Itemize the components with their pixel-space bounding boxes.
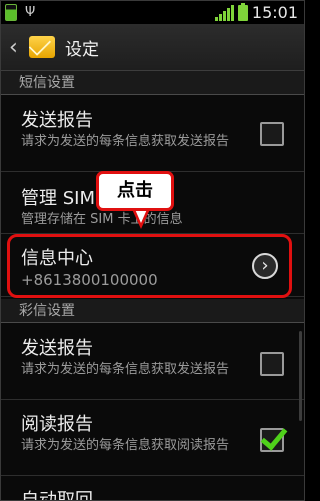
status-left-icons: Ψ	[5, 4, 35, 21]
item-summary: 请求为发送的每条信息获取发送报告	[21, 134, 230, 149]
highlight-box	[7, 234, 292, 298]
status-bar: Ψ 15:01	[1, 1, 304, 24]
sms-delivery-report-checkbox[interactable]	[260, 122, 284, 146]
auto-retrieve-item[interactable]: 自动取回	[1, 476, 304, 501]
section-header-mms: 彩信设置	[1, 299, 304, 323]
item-summary: 请求为发送的每条信息获取阅读报告	[21, 438, 230, 453]
action-bar: ‹ 设定	[1, 24, 304, 71]
mms-delivery-report-item[interactable]: 发送报告 请求为发送的每条信息获取发送报告	[1, 324, 304, 400]
item-title: 阅读报告	[21, 414, 93, 435]
page-title: 设定	[65, 39, 99, 60]
sms-delivery-report-item[interactable]: 发送报告 请求为发送的每条信息获取发送报告	[1, 96, 304, 172]
screen-frame: Ψ 15:01 ‹ 设定 短信设置 发送报告 请求为发送的每条信息获取发送报告 …	[0, 0, 305, 501]
signal-icon	[214, 4, 234, 21]
battery-percent-icon	[5, 4, 17, 21]
status-right-icons: 15:01	[214, 2, 298, 22]
back-icon[interactable]: ‹	[9, 35, 23, 60]
mms-read-report-item[interactable]: 阅读报告 请求为发送的每条信息获取阅读报告	[1, 400, 304, 476]
clock: 15:01	[251, 3, 298, 22]
item-title: 发送报告	[21, 338, 93, 359]
usb-icon: Ψ	[25, 5, 36, 20]
mms-delivery-report-checkbox[interactable]	[260, 352, 284, 376]
item-title: 自动取回	[21, 490, 93, 501]
item-summary: 请求为发送的每条信息获取发送报告	[21, 362, 230, 377]
tap-callout: 点击	[96, 171, 174, 211]
item-title: 发送报告	[21, 110, 93, 131]
messages-app-icon[interactable]	[29, 36, 55, 58]
section-header-sms: 短信设置	[1, 71, 304, 95]
mms-read-report-checkbox[interactable]	[260, 428, 284, 452]
scrollbar	[299, 331, 302, 421]
battery-icon	[237, 2, 248, 21]
